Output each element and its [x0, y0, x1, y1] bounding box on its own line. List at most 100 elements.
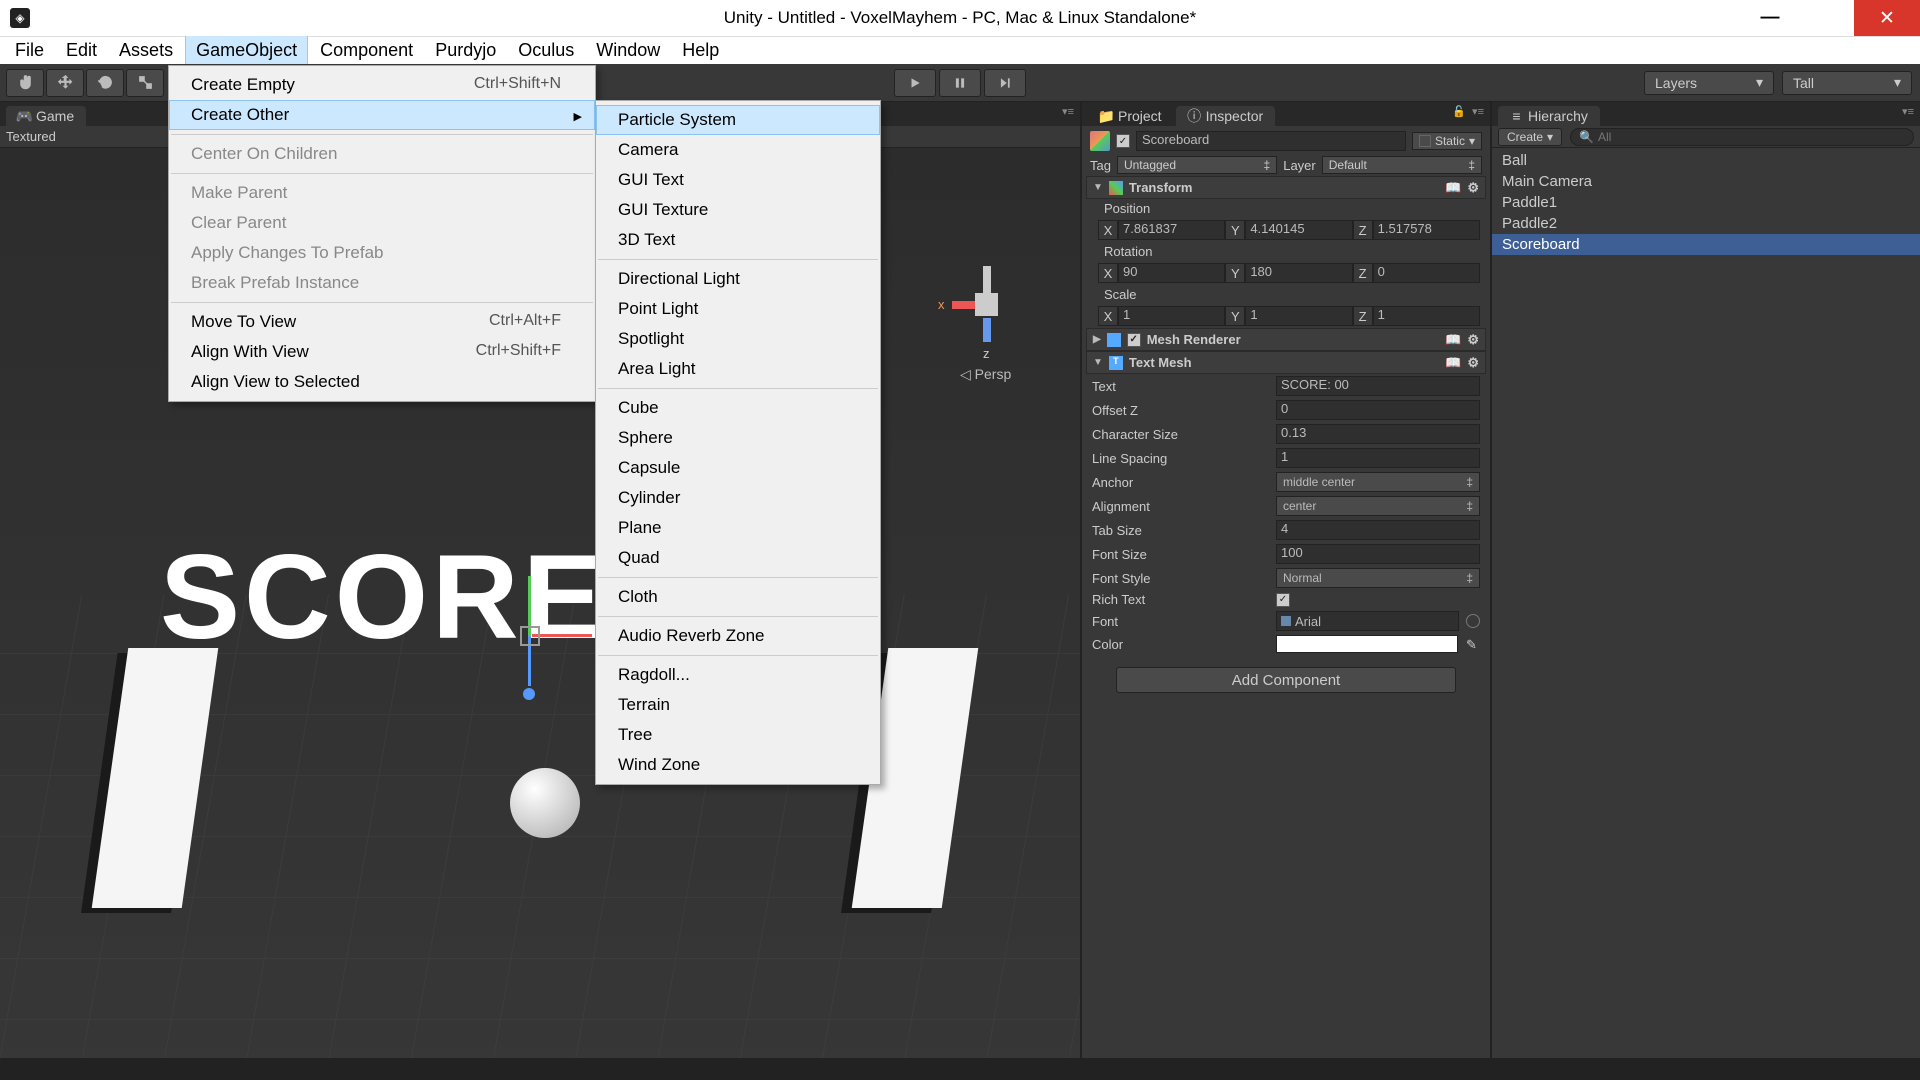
- menu-item-plane[interactable]: Plane: [596, 513, 880, 543]
- scale-tool-button[interactable]: [126, 69, 164, 97]
- create-dropdown[interactable]: Create ▾: [1498, 128, 1562, 146]
- menu-item-3d-text[interactable]: 3D Text: [596, 225, 880, 255]
- menu-item-quad[interactable]: Quad: [596, 543, 880, 573]
- menu-item-sphere[interactable]: Sphere: [596, 423, 880, 453]
- menu-item-gui-text[interactable]: GUI Text: [596, 165, 880, 195]
- panel-menu-icon[interactable]: ▾≡: [1472, 105, 1484, 118]
- menu-item-particle-system[interactable]: Particle System: [596, 105, 880, 135]
- fontstyle-dropdown[interactable]: Normal‡: [1276, 568, 1480, 588]
- menu-item-wind-zone[interactable]: Wind Zone: [596, 750, 880, 780]
- menu-edit[interactable]: Edit: [56, 36, 107, 65]
- hierarchy-item-main-camera[interactable]: Main Camera: [1492, 171, 1920, 192]
- tab-game[interactable]: 🎮 Game: [6, 106, 86, 126]
- layout-dropdown[interactable]: Tall▾: [1782, 71, 1912, 95]
- menu-item-audio-reverb-zone[interactable]: Audio Reverb Zone: [596, 621, 880, 651]
- close-button[interactable]: ✕: [1854, 0, 1920, 36]
- static-dropdown[interactable]: Static ▾: [1412, 132, 1482, 150]
- move-tool-button[interactable]: [46, 69, 84, 97]
- charsize-field[interactable]: 0.13: [1276, 424, 1480, 444]
- mesh-renderer-header[interactable]: ▶ ✓ Mesh Renderer 📖⚙: [1086, 328, 1486, 351]
- text-field[interactable]: SCORE: 00: [1276, 376, 1480, 396]
- hierarchy-item-scoreboard[interactable]: Scoreboard: [1492, 234, 1920, 255]
- gear-icon[interactable]: ⚙: [1467, 180, 1479, 196]
- menu-item-cloth[interactable]: Cloth: [596, 582, 880, 612]
- layers-dropdown[interactable]: Layers▾: [1644, 71, 1774, 95]
- scale-z-field[interactable]: 1: [1373, 306, 1480, 326]
- menu-window[interactable]: Window: [586, 36, 670, 65]
- help-icon[interactable]: 📖: [1445, 332, 1461, 348]
- position-x-field[interactable]: 7.861837: [1118, 220, 1225, 240]
- rotation-x-field[interactable]: 90: [1118, 263, 1225, 283]
- rotate-tool-button[interactable]: [86, 69, 124, 97]
- tag-dropdown[interactable]: Untagged‡: [1117, 156, 1277, 174]
- menu-item-capsule[interactable]: Capsule: [596, 453, 880, 483]
- scale-y-field[interactable]: 1: [1245, 306, 1352, 326]
- menu-item-point-light[interactable]: Point Light: [596, 294, 880, 324]
- menu-item-move-to-view[interactable]: Move To ViewCtrl+Alt+F: [169, 307, 595, 337]
- menu-component[interactable]: Component: [310, 36, 423, 65]
- orientation-gizmo[interactable]: x z ◁ Persp: [930, 278, 1040, 398]
- menu-item-cylinder[interactable]: Cylinder: [596, 483, 880, 513]
- rotation-y-field[interactable]: 180: [1245, 263, 1352, 283]
- tab-project[interactable]: 📁Project: [1088, 106, 1174, 126]
- menu-item-directional-light[interactable]: Directional Light: [596, 264, 880, 294]
- hierarchy-item-paddle1[interactable]: Paddle1: [1492, 192, 1920, 213]
- menu-item-area-light[interactable]: Area Light: [596, 354, 880, 384]
- menu-purdyjo[interactable]: Purdyjo: [425, 36, 506, 65]
- shading-mode[interactable]: Textured: [6, 129, 56, 144]
- rotation-z-field[interactable]: 0: [1373, 263, 1480, 283]
- panel-menu-icon[interactable]: ▾≡: [1062, 105, 1074, 118]
- layer-dropdown[interactable]: Default‡: [1322, 156, 1482, 174]
- transform-component-header[interactable]: ▼ Transform 📖⚙: [1086, 176, 1486, 199]
- richtext-checkbox[interactable]: ✓: [1276, 593, 1290, 607]
- menu-item-ragdoll-[interactable]: Ragdoll...: [596, 660, 880, 690]
- panel-menu-icon[interactable]: ▾≡: [1902, 105, 1914, 118]
- color-field[interactable]: [1276, 635, 1458, 653]
- lock-icon[interactable]: 🔓: [1452, 105, 1466, 118]
- eyedropper-icon[interactable]: ✎: [1466, 637, 1480, 651]
- position-z-field[interactable]: 1.517578: [1373, 220, 1480, 240]
- menu-item-gui-texture[interactable]: GUI Texture: [596, 195, 880, 225]
- active-checkbox[interactable]: ✓: [1116, 134, 1130, 148]
- menu-item-camera[interactable]: Camera: [596, 135, 880, 165]
- menu-gameobject[interactable]: GameObject: [185, 35, 308, 66]
- scale-x-field[interactable]: 1: [1118, 306, 1225, 326]
- hierarchy-item-paddle2[interactable]: Paddle2: [1492, 213, 1920, 234]
- hierarchy-search-input[interactable]: 🔍All: [1570, 128, 1914, 146]
- hand-tool-button[interactable]: [6, 69, 44, 97]
- tab-inspector[interactable]: ⓘInspector: [1176, 106, 1276, 126]
- menu-help[interactable]: Help: [672, 36, 729, 65]
- anchor-dropdown[interactable]: middle center‡: [1276, 472, 1480, 492]
- menu-assets[interactable]: Assets: [109, 36, 183, 65]
- menu-item-create-empty[interactable]: Create EmptyCtrl+Shift+N: [169, 70, 595, 100]
- menu-item-align-with-view[interactable]: Align With ViewCtrl+Shift+F: [169, 337, 595, 367]
- menu-item-spotlight[interactable]: Spotlight: [596, 324, 880, 354]
- object-picker-icon[interactable]: [1466, 614, 1480, 628]
- mesh-renderer-checkbox[interactable]: ✓: [1127, 333, 1141, 347]
- gear-icon[interactable]: ⚙: [1467, 332, 1479, 348]
- gear-icon[interactable]: ⚙: [1467, 355, 1479, 371]
- help-icon[interactable]: 📖: [1445, 180, 1461, 196]
- menu-item-terrain[interactable]: Terrain: [596, 690, 880, 720]
- fontsize-field[interactable]: 100: [1276, 544, 1480, 564]
- tab-hierarchy[interactable]: ≡Hierarchy: [1498, 106, 1600, 126]
- menu-oculus[interactable]: Oculus: [508, 36, 584, 65]
- play-button[interactable]: [894, 69, 936, 97]
- font-field[interactable]: Arial: [1276, 611, 1459, 631]
- add-component-button[interactable]: Add Component: [1116, 667, 1456, 693]
- position-y-field[interactable]: 4.140145: [1245, 220, 1352, 240]
- tabsize-field[interactable]: 4: [1276, 520, 1480, 540]
- minimize-button[interactable]: —: [1742, 0, 1798, 36]
- menu-file[interactable]: File: [5, 36, 54, 65]
- maximize-button[interactable]: [1798, 0, 1854, 36]
- perspective-label[interactable]: ◁ Persp: [960, 366, 1011, 383]
- offsetz-field[interactable]: 0: [1276, 400, 1480, 420]
- pause-button[interactable]: [939, 69, 981, 97]
- object-name-field[interactable]: Scoreboard: [1136, 131, 1406, 151]
- step-button[interactable]: [984, 69, 1026, 97]
- hierarchy-item-ball[interactable]: Ball: [1492, 150, 1920, 171]
- text-mesh-header[interactable]: ▼ T Text Mesh 📖⚙: [1086, 351, 1486, 374]
- menu-item-align-view-to-selected[interactable]: Align View to Selected: [169, 367, 595, 397]
- linespacing-field[interactable]: 1: [1276, 448, 1480, 468]
- alignment-dropdown[interactable]: center‡: [1276, 496, 1480, 516]
